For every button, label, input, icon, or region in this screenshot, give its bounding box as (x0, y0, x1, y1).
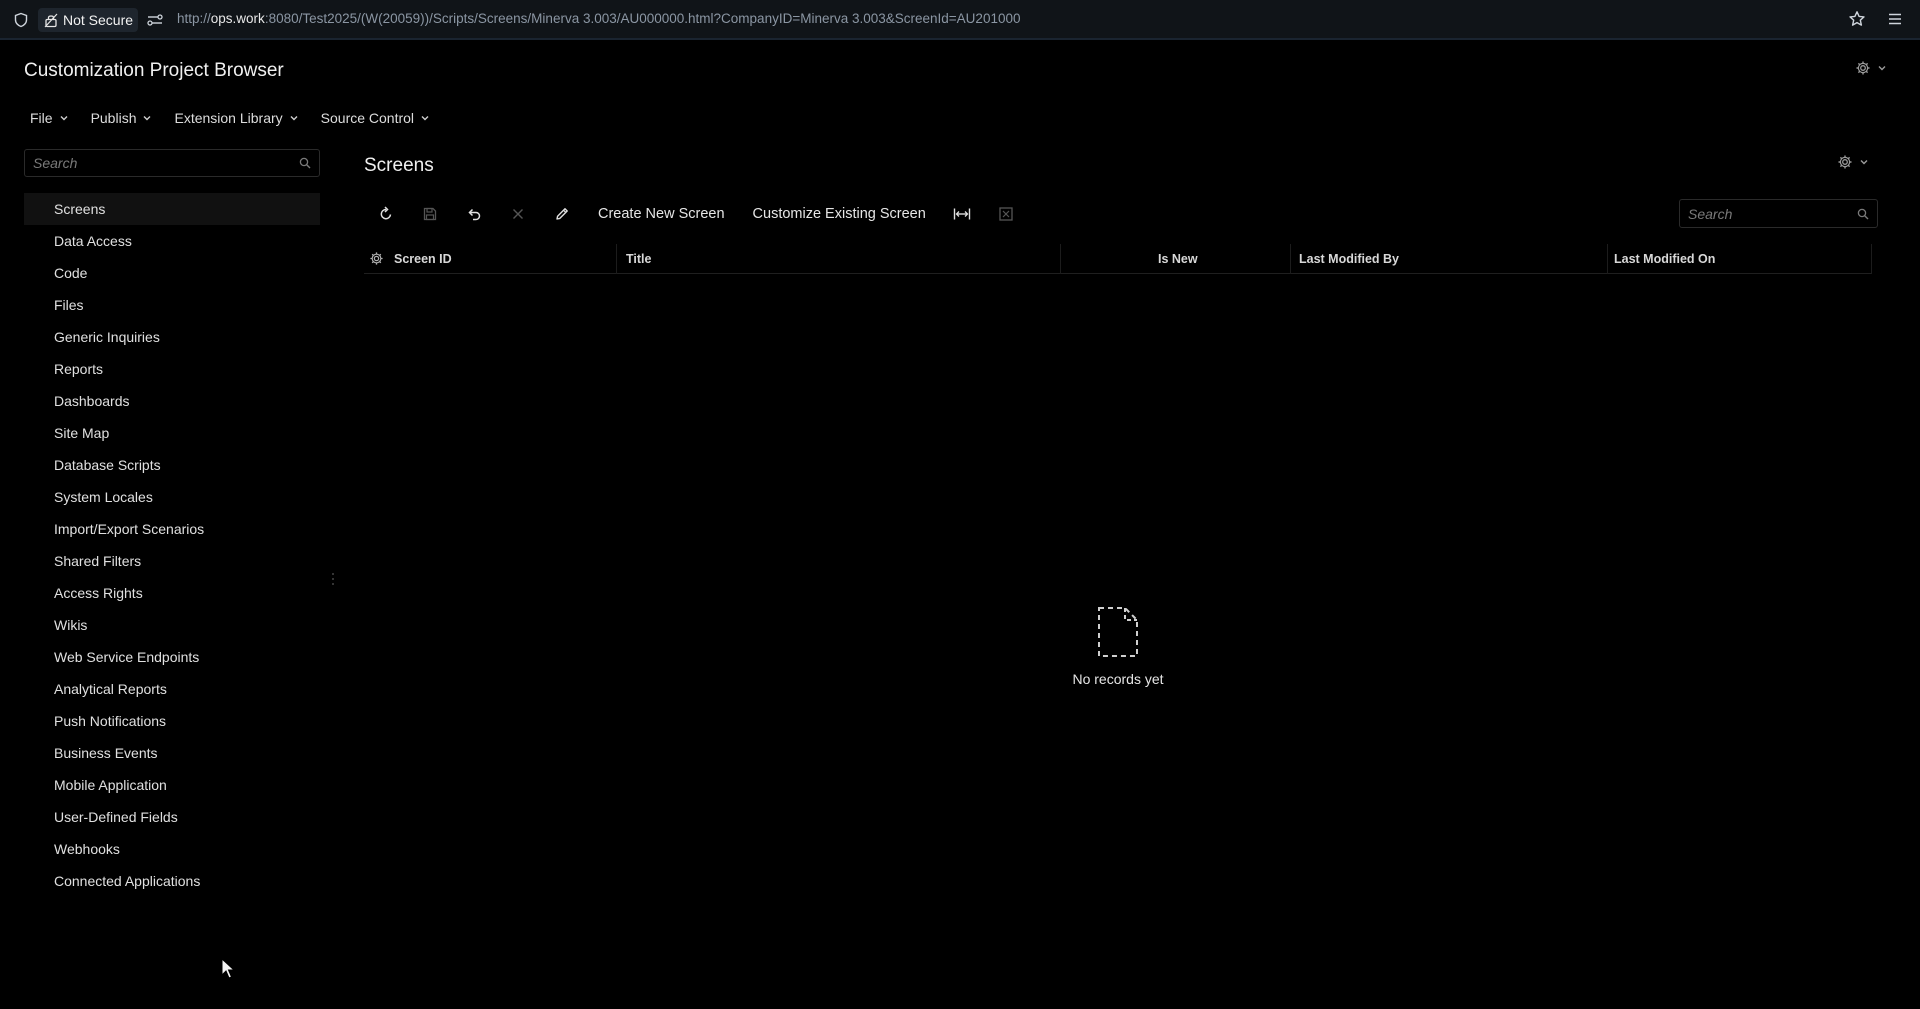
shield-icon[interactable] (13, 12, 29, 28)
export-excel-button[interactable] (984, 201, 1028, 227)
fit-width-icon (953, 208, 970, 220)
menu-extension-library-label: Extension Library (174, 110, 283, 126)
grid-header: Screen ID Title Is New Last Modified By … (364, 244, 1872, 274)
gear-icon (1838, 155, 1852, 169)
sidebar-item-access-rights[interactable]: Access Rights (24, 577, 320, 609)
sidebar-item-user-defined-fields[interactable]: User-Defined Fields (24, 801, 320, 833)
url-host: ops.work (210, 11, 265, 26)
delete-button[interactable] (496, 201, 540, 227)
column-header-last-modified-on[interactable]: Last Modified On (1614, 252, 1715, 266)
grid-search (1679, 199, 1878, 228)
column-divider[interactable] (1607, 244, 1608, 274)
column-divider[interactable] (1290, 244, 1291, 274)
sidebar-item-database-scripts[interactable]: Database Scripts (24, 449, 320, 481)
sidebar-item-wikis[interactable]: Wikis (24, 609, 320, 641)
column-header-last-modified-by[interactable]: Last Modified By (1299, 252, 1399, 266)
sidebar-item-push-notifications[interactable]: Push Notifications (24, 705, 320, 737)
chevron-down-icon (60, 116, 68, 121)
pencil-icon (556, 208, 568, 220)
empty-state-label: No records yet (1072, 671, 1164, 687)
sidebar-search-input[interactable] (25, 150, 319, 176)
sidebar-search (24, 149, 320, 177)
grid-search-input[interactable] (1680, 200, 1877, 227)
url-prefix: http:// (177, 11, 211, 26)
column-settings-gear-icon[interactable] (369, 251, 384, 266)
edit-button[interactable] (540, 201, 584, 227)
sidebar-item-analytical-reports[interactable]: Analytical Reports (24, 673, 320, 705)
save-button[interactable] (408, 201, 452, 227)
sidebar-item-mobile-application[interactable]: Mobile Application (24, 769, 320, 801)
sidebar-item-shared-filters[interactable]: Shared Filters (24, 545, 320, 577)
close-icon (513, 209, 523, 219)
empty-document-icon (1098, 607, 1138, 657)
column-header-title[interactable]: Title (626, 252, 651, 266)
page-title: Customization Project Browser (24, 60, 284, 81)
menu-publish-label: Publish (90, 110, 137, 126)
menu-extension-library[interactable]: Extension Library (174, 110, 298, 126)
sidebar-item-business-events[interactable]: Business Events (24, 737, 320, 769)
mouse-cursor-icon (221, 958, 235, 979)
grid-settings-button[interactable] (1837, 154, 1869, 170)
refresh-button[interactable] (364, 201, 408, 227)
sidebar-item-webhooks[interactable]: Webhooks (24, 833, 320, 865)
sidebar-nav: Screens Data Access Code Files Generic I… (24, 193, 320, 897)
chevron-down-icon (290, 116, 298, 121)
fit-to-screen-button[interactable] (940, 201, 984, 227)
column-header-is-new[interactable]: Is New (1158, 252, 1198, 266)
column-divider[interactable] (1060, 244, 1061, 274)
sidebar-item-generic-inquiries[interactable]: Generic Inquiries (24, 321, 320, 353)
sidebar-item-reports[interactable]: Reports (24, 353, 320, 385)
sidebar-item-connected-applications[interactable]: Connected Applications (24, 865, 320, 897)
sidebar-item-dashboards[interactable]: Dashboards (24, 385, 320, 417)
screens-title: Screens (364, 155, 434, 176)
sidebar-item-code[interactable]: Code (24, 257, 320, 289)
sidebar-item-site-map[interactable]: Site Map (24, 417, 320, 449)
chevron-down-icon (421, 116, 429, 121)
sidebar-item-data-access[interactable]: Data Access (24, 225, 320, 257)
browser-menu-icon[interactable] (1887, 12, 1903, 26)
chevron-down-icon (143, 116, 151, 121)
column-header-screen-id[interactable]: Screen ID (394, 252, 452, 266)
sidebar-item-screens[interactable]: Screens (24, 193, 320, 225)
search-icon[interactable] (299, 157, 311, 169)
chevron-down-icon (1878, 66, 1886, 71)
customize-existing-screen-button[interactable]: Customize Existing Screen (739, 206, 940, 222)
gear-icon (1856, 61, 1870, 75)
refresh-icon (380, 206, 392, 220)
sidebar-item-system-locales[interactable]: System Locales (24, 481, 320, 513)
lock-slash-icon (44, 13, 58, 27)
undo-button[interactable] (452, 201, 496, 227)
browser-url-bar: Not Secure http://ops.work:8080/Test2025… (0, 0, 1920, 40)
grid-toolbar: Create New Screen Customize Existing Scr… (364, 201, 1028, 227)
empty-state: No records yet (1060, 604, 1176, 687)
column-divider[interactable] (1871, 244, 1872, 274)
not-secure-label: Not Secure (63, 12, 134, 28)
create-new-screen-button[interactable]: Create New Screen (584, 206, 739, 222)
chevron-down-icon (1860, 160, 1868, 165)
url-field[interactable]: http://ops.work:8080/Test2025/(W(20059))… (177, 11, 1020, 26)
bookmark-star-icon[interactable] (1848, 10, 1866, 28)
search-icon[interactable] (1857, 208, 1869, 220)
sidebar-item-files[interactable]: Files (24, 289, 320, 321)
excel-icon (999, 207, 1013, 221)
menu-file-label: File (30, 110, 53, 126)
sidebar-item-web-service-endpoints[interactable]: Web Service Endpoints (24, 641, 320, 673)
permissions-icon[interactable] (146, 12, 164, 28)
undo-icon (468, 208, 481, 221)
menu-source-control[interactable]: Source Control (321, 110, 430, 126)
settings-menu-button[interactable] (1855, 60, 1887, 76)
menu-source-control-label: Source Control (320, 110, 415, 126)
sidebar-item-import-export-scenarios[interactable]: Import/Export Scenarios (24, 513, 320, 545)
menu-file[interactable]: File (30, 110, 69, 126)
menu-publish[interactable]: Publish (91, 110, 153, 126)
save-icon (423, 207, 437, 221)
column-divider[interactable] (616, 244, 617, 274)
menu-bar: File Publish Extension Library Source Co… (30, 110, 452, 126)
splitter-handle-icon[interactable] (331, 572, 335, 586)
url-rest: :8080/Test2025/(W(20059))/Scripts/Screen… (264, 11, 1021, 26)
not-secure-badge[interactable]: Not Secure (38, 8, 138, 32)
